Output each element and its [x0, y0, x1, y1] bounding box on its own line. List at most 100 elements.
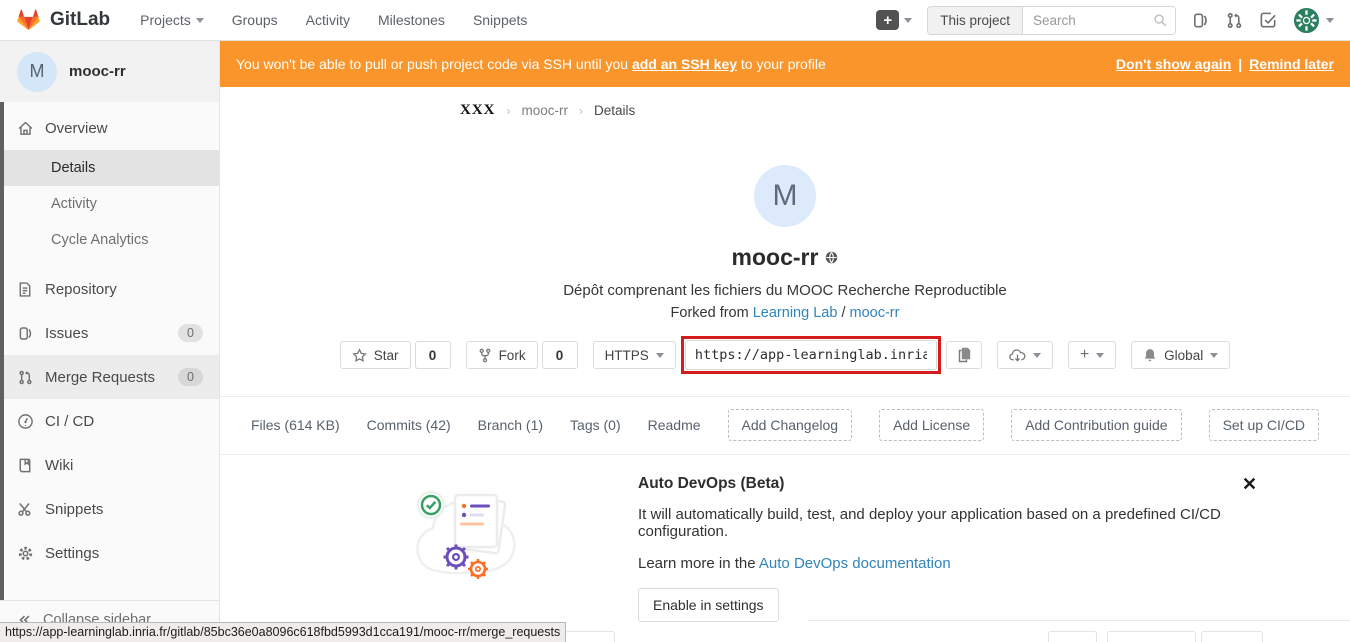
breadcrumb-project[interactable]: mooc-rr: [522, 103, 569, 118]
divider: [808, 620, 1350, 621]
star-count[interactable]: 0: [415, 341, 451, 369]
sidebar-item-settings[interactable]: Settings: [0, 531, 219, 575]
chevron-down-icon: [1033, 353, 1041, 358]
merge-requests-icon[interactable]: [1225, 11, 1244, 30]
brand-name: GitLab: [50, 9, 110, 31]
copy-url-button[interactable]: [946, 341, 982, 369]
top-nav-links: Projects Groups Activity Milestones Snip…: [140, 12, 527, 28]
bell-icon: [1143, 348, 1157, 363]
star-icon: [352, 348, 367, 363]
issues-icon[interactable]: [1191, 11, 1210, 30]
plus-icon: +: [876, 10, 899, 30]
clone-url-input[interactable]: [685, 340, 937, 370]
sidebar-item-wiki[interactable]: Wiki: [0, 443, 219, 487]
nav-projects[interactable]: Projects: [140, 12, 204, 28]
sidebar-item-label: Snippets: [45, 501, 103, 518]
issues-count-badge: 0: [178, 324, 203, 342]
user-avatar: [1293, 7, 1320, 34]
sidebar-item-details[interactable]: Details: [0, 150, 219, 186]
breadcrumb-separator: ›: [579, 104, 583, 118]
scissors-icon: [16, 501, 34, 517]
sidebar-project-name: mooc-rr: [69, 63, 126, 80]
auto-devops-title: Auto DevOps (Beta): [638, 475, 1270, 493]
star-button[interactable]: Star: [340, 341, 411, 369]
search-icon: [1153, 13, 1168, 28]
gitlab-brand[interactable]: GitLab: [16, 8, 110, 32]
fork-icon: [478, 348, 492, 363]
download-dropdown[interactable]: [997, 341, 1053, 369]
project-stats-bar: Files (614 KB) Commits (42) Branch (1) T…: [220, 397, 1350, 455]
clone-protocol-dropdown[interactable]: HTTPS: [593, 341, 676, 369]
project-title: mooc-rr: [732, 244, 819, 271]
nav-snippets[interactable]: Snippets: [473, 12, 527, 28]
banner-separator: |: [1238, 56, 1242, 72]
fork-count[interactable]: 0: [542, 341, 578, 369]
add-ssh-key-link[interactable]: add an SSH key: [632, 56, 737, 72]
ssh-alert-text: You won't be able to pull or push projec…: [236, 56, 826, 72]
add-changelog-button[interactable]: Add Changelog: [728, 409, 853, 441]
auto-devops-docs-link[interactable]: Auto DevOps documentation: [759, 555, 951, 572]
nav-groups[interactable]: Groups: [232, 12, 278, 28]
main-content: You won't be able to pull or push projec…: [220, 41, 1350, 642]
cutoff-button[interactable]: [1048, 631, 1097, 642]
sidebar-item-merge-requests[interactable]: Merge Requests 0: [0, 355, 219, 399]
book-icon: [16, 457, 34, 474]
sidebar-item-activity[interactable]: Activity: [0, 186, 219, 222]
dont-show-again-link[interactable]: Don't show again: [1116, 56, 1231, 72]
breadcrumb-current-page: Details: [594, 103, 635, 118]
tab-files[interactable]: Files (614 KB): [251, 417, 340, 433]
add-license-button[interactable]: Add License: [879, 409, 984, 441]
cutoff-button[interactable]: [565, 631, 615, 642]
sidebar-item-label: CI / CD: [45, 413, 94, 430]
sidebar-item-ci-cd[interactable]: CI / CD: [0, 399, 219, 443]
nav-milestones[interactable]: Milestones: [378, 12, 445, 28]
sidebar-item-overview[interactable]: Overview: [0, 106, 219, 150]
tab-tags[interactable]: Tags (0): [570, 417, 621, 433]
todos-icon[interactable]: [1259, 11, 1278, 30]
chevron-down-icon: [656, 353, 664, 358]
project-description: Dépôt comprenant les fichiers du MOOC Re…: [220, 282, 1350, 299]
sidebar-item-cycle-analytics[interactable]: Cycle Analytics: [0, 222, 219, 258]
remind-later-link[interactable]: Remind later: [1249, 56, 1334, 72]
document-icon: [16, 281, 34, 298]
enable-in-settings-button[interactable]: Enable in settings: [638, 588, 779, 622]
sidebar-project-header[interactable]: M mooc-rr: [0, 41, 219, 102]
setup-cicd-button[interactable]: Set up CI/CD: [1209, 409, 1319, 441]
cutoff-button[interactable]: [1201, 631, 1263, 642]
breadcrumb-root[interactable]: XXX: [460, 102, 496, 119]
chevron-down-icon: [1326, 18, 1334, 23]
chevron-down-icon: [196, 18, 204, 23]
sidebar-item-label: Issues: [45, 325, 88, 342]
sidebar-item-issues[interactable]: Issues 0: [0, 311, 219, 355]
sidebar-item-label: Merge Requests: [45, 369, 155, 386]
plus-icon: +: [1080, 346, 1089, 364]
cutoff-button[interactable]: [1107, 631, 1196, 642]
cloud-download-icon: [1009, 348, 1026, 363]
breadcrumb: XXX › mooc-rr › Details: [220, 87, 1350, 134]
search-combo: This project: [927, 6, 1176, 35]
sidebar-active-indicator: [0, 102, 4, 642]
tab-readme[interactable]: Readme: [648, 417, 701, 433]
fork-source-project-link[interactable]: mooc-rr: [850, 305, 900, 321]
tab-commits[interactable]: Commits (42): [367, 417, 451, 433]
project-sidebar: M mooc-rr Overview Details Activity Cycl…: [0, 41, 220, 642]
sidebar-item-snippets[interactable]: Snippets: [0, 487, 219, 531]
tab-branch[interactable]: Branch (1): [478, 417, 543, 433]
gitlab-tanuki-logo-icon: [16, 8, 41, 32]
merge-requests-count-badge: 0: [178, 368, 203, 386]
new-menu-dropdown[interactable]: +: [876, 10, 912, 30]
sidebar-item-label: Overview: [45, 120, 108, 137]
fork-button[interactable]: Fork: [466, 341, 538, 369]
add-new-dropdown[interactable]: +: [1068, 341, 1116, 369]
user-menu[interactable]: [1293, 7, 1334, 34]
nav-activity[interactable]: Activity: [306, 12, 350, 28]
chevron-down-icon: [904, 18, 912, 23]
issues-icon: [16, 325, 34, 342]
sidebar-item-label: Settings: [45, 545, 99, 562]
notifications-dropdown[interactable]: Global: [1131, 341, 1230, 369]
chevron-down-icon: [1096, 353, 1104, 358]
search-scope-label: This project: [928, 7, 1023, 34]
add-contribution-guide-button[interactable]: Add Contribution guide: [1011, 409, 1181, 441]
sidebar-item-repository[interactable]: Repository: [0, 267, 219, 311]
fork-source-group-link[interactable]: Learning Lab: [753, 305, 838, 321]
